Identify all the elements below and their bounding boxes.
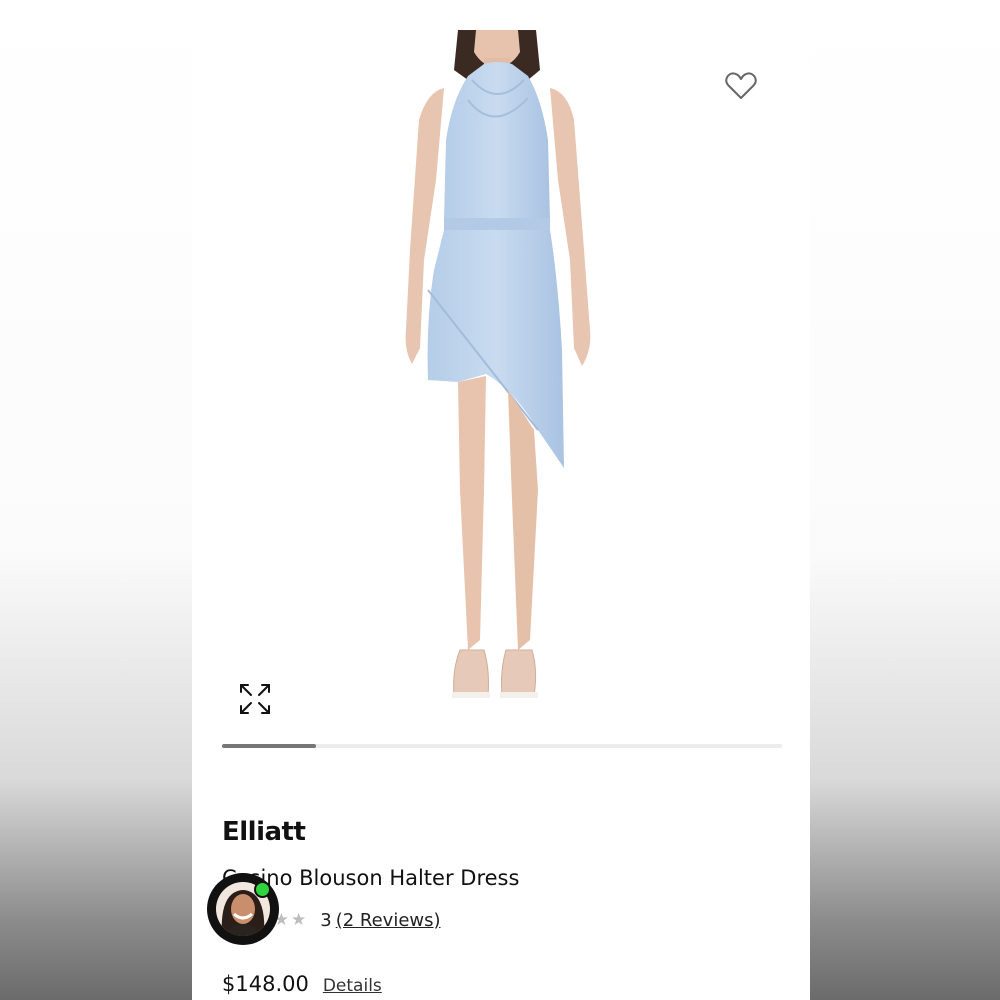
product-price: $148.00 <box>222 972 309 996</box>
online-status-indicator <box>254 881 271 898</box>
price-row: $148.00 Details <box>222 972 382 996</box>
heart-outline-icon <box>725 72 757 99</box>
favorite-button[interactable] <box>724 70 758 102</box>
product-image[interactable] <box>222 30 782 724</box>
expand-image-button[interactable] <box>238 682 272 716</box>
background-left <box>0 0 192 1000</box>
brand-name[interactable]: Elliatt <box>222 817 306 847</box>
rating-value: 3 <box>320 909 332 931</box>
chat-assistant-button[interactable] <box>207 873 279 945</box>
background-right <box>810 0 1000 1000</box>
image-gallery-progress-fill <box>222 744 316 748</box>
details-link[interactable]: Details <box>323 976 382 996</box>
reviews-link[interactable]: (2 Reviews) <box>336 910 441 931</box>
product-page: Elliatt Casino Blouson Halter Dress ★★★★… <box>192 0 810 1000</box>
image-gallery-progress <box>222 744 782 748</box>
expand-arrows-icon <box>240 684 270 714</box>
dress-model-illustration <box>405 30 591 698</box>
star-icon: ★ <box>291 910 307 930</box>
